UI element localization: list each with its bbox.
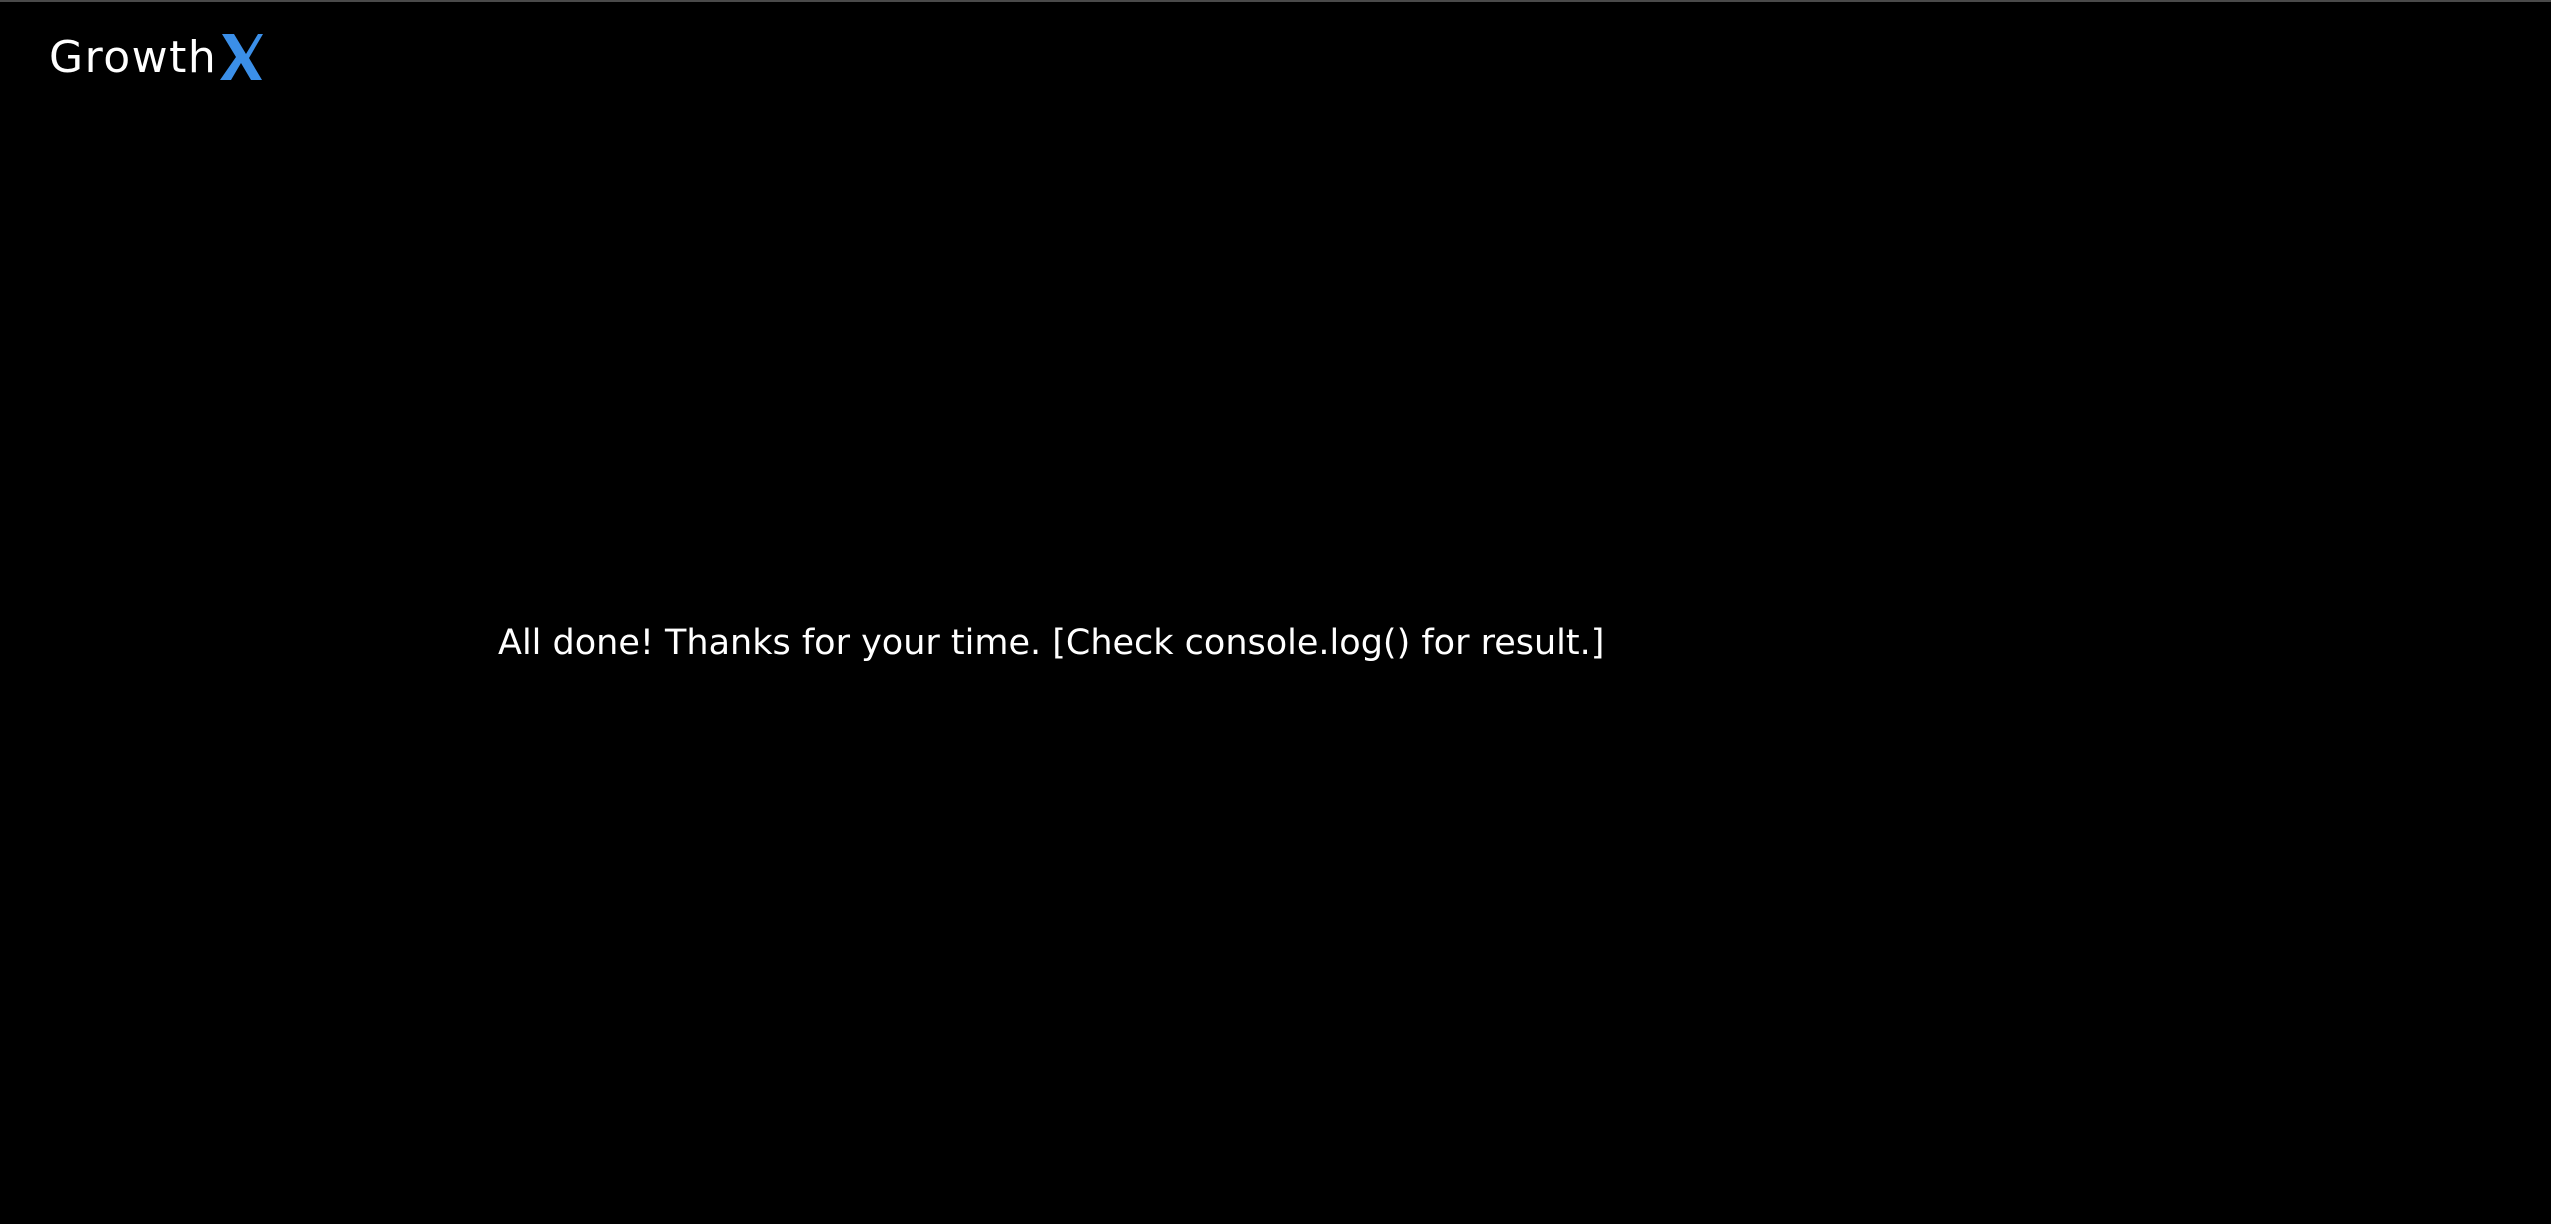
completion-message: All done! Thanks for your time. [Check c… xyxy=(498,623,1605,663)
x-mark-logo-icon xyxy=(220,34,264,80)
growthx-logo[interactable]: Growth xyxy=(49,22,264,80)
logo-wordmark: Growth xyxy=(49,32,218,83)
top-border xyxy=(0,0,2551,2)
